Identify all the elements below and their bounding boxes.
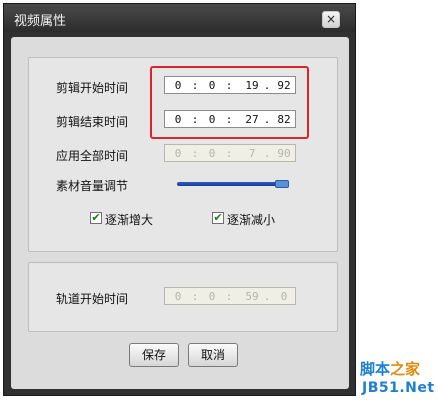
close-icon: ×	[325, 12, 337, 26]
second-field: 7	[248, 147, 256, 160]
clip-start-label: 剪辑开始时间	[56, 81, 129, 95]
title-bar[interactable]: 视频属性 ×	[4, 4, 355, 32]
cancel-button[interactable]: 取消	[188, 343, 238, 367]
frame-field: 0	[280, 290, 288, 303]
close-button[interactable]: ×	[322, 11, 340, 28]
separator: :	[191, 147, 199, 160]
hour-field: 0	[174, 147, 182, 160]
watermark-text-b: 之家	[390, 360, 421, 378]
watermark-logo: 脚本之家	[360, 358, 420, 379]
fade-in-checkbox[interactable]: ✔	[90, 212, 102, 224]
check-icon: ✔	[213, 211, 223, 224]
separator: .	[263, 147, 271, 160]
track-start-time-input: 0 : 0 : 59 . 0	[164, 287, 296, 305]
apply-all-label: 应用全部时间	[56, 149, 129, 163]
volume-slider-track[interactable]	[177, 182, 289, 186]
watermark-site: JB51.Net	[362, 380, 435, 396]
frame-field: 90	[277, 147, 291, 160]
separator: :	[225, 147, 233, 160]
save-button[interactable]: 保存	[129, 343, 179, 367]
separator: :	[191, 290, 199, 303]
check-icon: ✔	[91, 211, 101, 224]
volume-label: 素材音量调节	[56, 179, 129, 193]
track-start-label: 轨道开始时间	[56, 292, 129, 306]
separator: :	[225, 290, 233, 303]
watermark-text-a: 脚本	[360, 360, 391, 378]
dialog-title: 视频属性	[14, 14, 67, 29]
apply-all-time-input: 0 : 0 : 7 . 90	[164, 144, 296, 162]
video-properties-dialog: 视频属性 × 剪辑开始时间 0 : 0 : 19 . 92 剪辑结束时间 0 :…	[3, 3, 356, 396]
minute-field: 0	[208, 290, 216, 303]
fade-in-label[interactable]: 逐渐增大	[105, 211, 153, 228]
separator: .	[263, 290, 271, 303]
fade-out-label[interactable]: 逐渐减小	[227, 211, 275, 228]
minute-field: 0	[208, 147, 216, 160]
volume-slider-handle[interactable]	[275, 180, 289, 188]
fade-out-checkbox[interactable]: ✔	[212, 212, 224, 224]
highlight-box	[150, 66, 309, 139]
second-field: 59	[245, 290, 259, 303]
clip-end-label: 剪辑结束时间	[56, 115, 129, 129]
hour-field: 0	[174, 290, 182, 303]
